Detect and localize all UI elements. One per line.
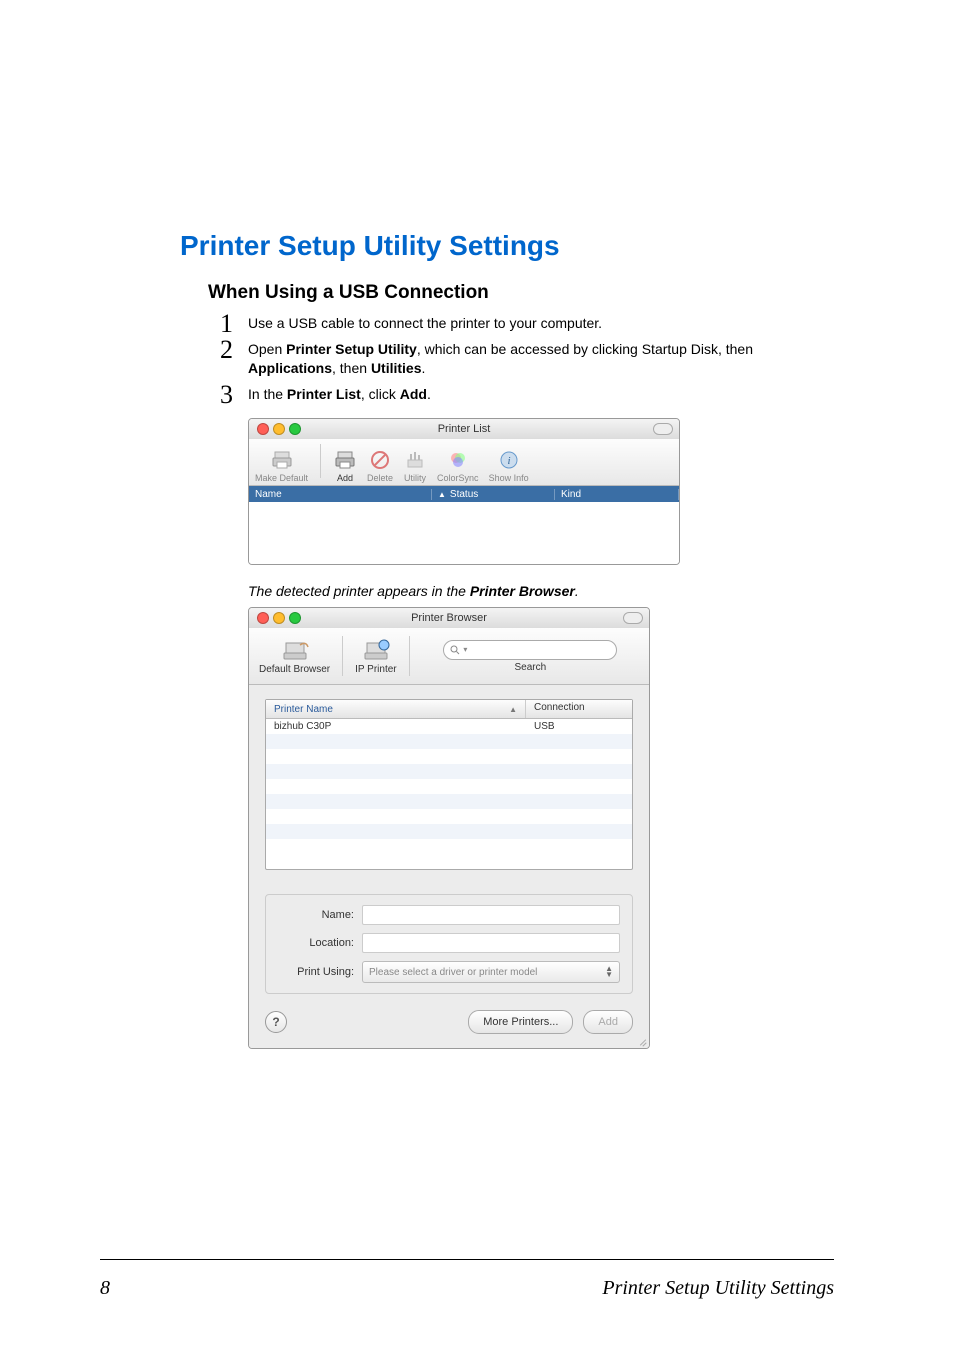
location-field[interactable] — [362, 933, 620, 953]
zoom-icon[interactable] — [289, 423, 301, 435]
search-input[interactable]: ▾ — [443, 640, 617, 660]
step-2: 2 Open Printer Setup Utility, which can … — [220, 340, 754, 379]
minimize-icon[interactable] — [273, 423, 285, 435]
window-title: Printer List — [249, 423, 679, 435]
help-button[interactable]: ? — [265, 1011, 287, 1033]
ip-printer-icon — [361, 638, 391, 662]
step-3: 3 In the Printer List, click Add. — [220, 385, 754, 405]
step-text: Use a USB cable to connect the printer t… — [248, 315, 602, 331]
step-text: Open Printer Setup Utility, which can be… — [248, 341, 753, 377]
col-printer-name[interactable]: Printer Name▲ — [266, 700, 526, 718]
col-name[interactable]: Name — [249, 489, 432, 500]
colorsync-button[interactable]: ColorSync — [437, 448, 479, 483]
step-number: 3 — [220, 377, 233, 413]
toolbar: Make Default Add Delete — [249, 439, 679, 486]
toolbar: Default Browser IP Printer ▾ — [249, 628, 649, 685]
name-label: Name: — [278, 909, 362, 921]
window-title: Printer Browser — [249, 612, 649, 624]
table-body — [249, 502, 679, 564]
print-using-label: Print Using: — [278, 966, 362, 978]
printer-list-window: Printer List Make Default Add — [248, 418, 680, 565]
svg-text:i: i — [507, 455, 510, 467]
make-default-button[interactable]: Make Default — [255, 448, 308, 483]
col-connection[interactable]: Connection — [526, 700, 632, 718]
info-icon: i — [497, 448, 521, 472]
location-label: Location: — [278, 937, 362, 949]
window-titlebar: Printer Browser — [249, 608, 649, 628]
show-info-button[interactable]: i Show Info — [489, 448, 529, 483]
toolbar-toggle-icon[interactable] — [623, 612, 643, 624]
col-status[interactable]: ▲Status — [432, 489, 555, 500]
close-icon[interactable] — [257, 612, 269, 624]
toolbar-toggle-icon[interactable] — [653, 423, 673, 435]
page-heading: Printer Setup Utility Settings — [180, 230, 754, 262]
more-printers-button[interactable]: More Printers... — [468, 1010, 573, 1034]
footer-title: Printer Setup Utility Settings — [602, 1277, 834, 1300]
print-using-select[interactable]: Please select a driver or printer model … — [362, 961, 620, 983]
window-titlebar: Printer List — [249, 419, 679, 439]
caption: The detected printer appears in the Prin… — [248, 583, 754, 599]
close-icon[interactable] — [257, 423, 269, 435]
printer-form: Name: Location: Print Using: Please sele… — [265, 894, 633, 994]
add-button[interactable]: Add — [333, 448, 357, 483]
step-text: In the Printer List, click Add. — [248, 386, 431, 402]
step-1: 1 Use a USB cable to connect the printer… — [220, 314, 754, 334]
name-field[interactable] — [362, 905, 620, 925]
utility-button[interactable]: Utility — [403, 448, 427, 483]
search-label: Search — [514, 662, 546, 673]
add-printer-icon — [333, 448, 357, 472]
zoom-icon[interactable] — [289, 612, 301, 624]
default-browser-icon — [280, 638, 310, 662]
resize-handle-icon[interactable] — [637, 1036, 647, 1046]
printer-browser-window: Printer Browser Default Browser IP Print… — [248, 607, 650, 1049]
col-kind[interactable]: Kind — [555, 489, 679, 500]
colorsync-icon — [446, 448, 470, 472]
printer-table: Printer Name▲ Connection bizhub C30P USB — [265, 699, 633, 870]
tab-default-browser[interactable]: Default Browser — [259, 638, 330, 675]
delete-button[interactable]: Delete — [367, 448, 393, 483]
page-number: 8 — [100, 1277, 110, 1300]
chevron-updown-icon: ▲▼ — [605, 966, 613, 978]
delete-icon — [368, 448, 392, 472]
section-heading: When Using a USB Connection — [208, 282, 754, 304]
table-row[interactable]: bizhub C30P USB — [266, 719, 632, 734]
table-header: Name ▲Status Kind — [249, 486, 679, 502]
tab-ip-printer[interactable]: IP Printer — [355, 638, 397, 675]
utility-icon — [403, 448, 427, 472]
printer-icon — [270, 448, 294, 472]
step-number: 2 — [220, 332, 233, 368]
minimize-icon[interactable] — [273, 612, 285, 624]
search-icon — [450, 645, 460, 655]
add-button[interactable]: Add — [583, 1010, 633, 1034]
